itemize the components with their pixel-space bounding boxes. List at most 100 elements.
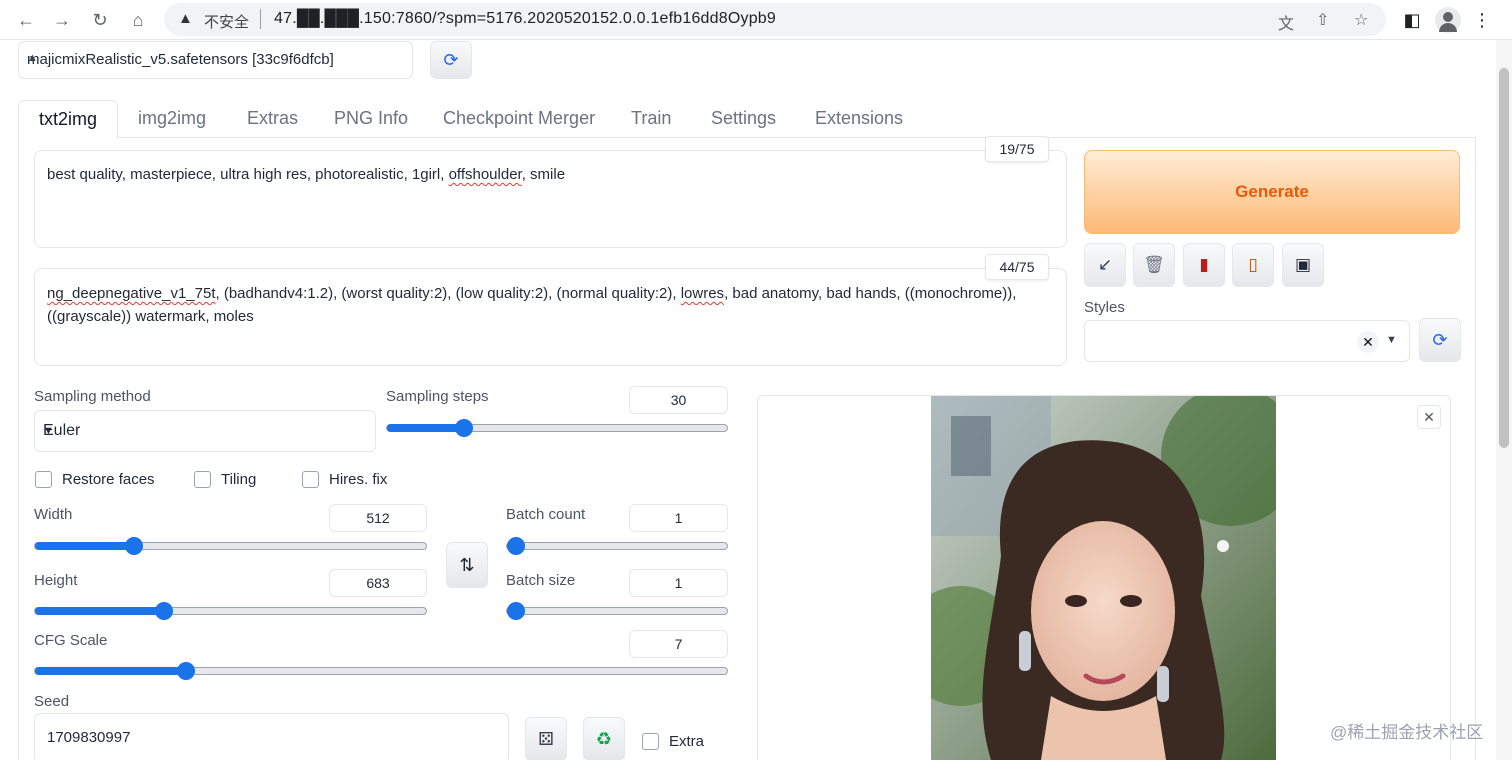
chevron-down-icon: ▼ <box>1386 334 1397 346</box>
slider-handle[interactable] <box>507 537 525 555</box>
random-seed-button[interactable]: ⚄ <box>525 717 567 760</box>
hires-fix-checkbox[interactable] <box>302 471 319 488</box>
close-gallery-button[interactable]: ✕ <box>1417 405 1441 429</box>
hires-fix-label: Hires. fix <box>329 471 388 488</box>
sampling-steps-slider[interactable] <box>386 419 728 437</box>
tab-settings[interactable]: Settings <box>711 108 776 129</box>
extra-networks-button[interactable]: ▮ <box>1183 243 1225 287</box>
width-slider[interactable] <box>34 537 427 555</box>
tiling-checkbox[interactable] <box>194 471 211 488</box>
width-label: Width <box>34 506 73 523</box>
refresh-icon: ⟳ <box>1432 329 1448 350</box>
slider-fill <box>387 424 464 432</box>
batch-count-input[interactable]: 1 <box>629 504 728 532</box>
height-input[interactable]: 683 <box>329 569 427 597</box>
share-icon[interactable]: ⇧ <box>1316 10 1329 30</box>
negative-prompt-textarea[interactable]: ng_deepnegative_v1_75t, (badhandv4:1.2),… <box>34 268 1067 366</box>
prompt-text-end: , smile <box>521 166 566 183</box>
bookmark-star-icon[interactable]: ☆ <box>1354 10 1368 30</box>
batch-size-label: Batch size <box>506 572 576 589</box>
trash-icon: 🗑︎ <box>1143 255 1165 274</box>
forward-icon[interactable]: → <box>48 6 76 34</box>
tab-extras[interactable]: Extras <box>247 108 298 129</box>
arrow-down-left-icon: ↙ <box>1097 255 1113 274</box>
cfg-scale-input[interactable]: 7 <box>629 630 728 658</box>
slider-fill <box>35 542 134 550</box>
height-label: Height <box>34 572 78 589</box>
swap-dimensions-button[interactable]: ⇅ <box>446 542 488 588</box>
restore-faces-checkbox[interactable] <box>35 471 52 488</box>
home-icon[interactable]: ⌂ <box>124 6 152 34</box>
tiling-label: Tiling <box>221 471 257 488</box>
batch-count-label: Batch count <box>506 506 586 523</box>
url-text[interactable]: 47.██.███.150:7860/?spm=5176.2020520152.… <box>274 10 776 28</box>
slider-handle[interactable] <box>177 662 195 680</box>
chevron-down-icon: ▲︎ <box>27 52 38 64</box>
negative-spelling-flag: ng_deepnegative_v1_75t <box>47 285 216 302</box>
restore-faces-label: Restore faces <box>62 471 155 488</box>
batch-size-slider[interactable] <box>506 602 728 620</box>
tab-extensions[interactable]: Extensions <box>815 108 903 129</box>
sampling-method-dropdown[interactable]: Euler ▼ <box>34 410 376 452</box>
menu-kebab-icon[interactable]: ⋮ <box>1468 6 1496 34</box>
seed-label: Seed <box>34 693 70 710</box>
recycle-icon: ♻ <box>595 728 613 749</box>
reload-icon[interactable]: ↻ <box>86 6 114 34</box>
batch-count-slider[interactable] <box>506 537 728 555</box>
checkpoint-dropdown[interactable]: majicmixRealistic_v5.safetensors [33c9f6… <box>18 41 413 79</box>
sampling-steps-input[interactable]: 30 <box>629 386 728 414</box>
styles-dropdown[interactable]: ✕ ▼ <box>1084 320 1410 362</box>
address-bar[interactable]: ▲ 不安全 47.██.███.150:7860/?spm=5176.20205… <box>164 3 1386 36</box>
batch-size-input[interactable]: 1 <box>629 569 728 597</box>
sampling-steps-label: Sampling steps <box>386 388 489 405</box>
save-style-button[interactable]: ▣ <box>1282 243 1324 287</box>
save-icon: ▣ <box>1294 255 1312 274</box>
tab-train[interactable]: Train <box>631 108 671 129</box>
apply-style-button[interactable]: ▯ <box>1232 243 1274 287</box>
translate-icon[interactable]: 文 <box>1278 10 1294 34</box>
tab-txt2img[interactable]: txt2img <box>18 100 118 139</box>
styles-label: Styles <box>1084 299 1125 316</box>
generate-button[interactable]: Generate <box>1084 150 1460 234</box>
negative-spelling-flag-2: lowres <box>680 285 725 302</box>
negative-text: , (badhandv4:1.2), (worst quality:2), (l… <box>215 285 681 302</box>
refresh-checkpoint-button[interactable]: ⟳ <box>430 41 472 79</box>
divider <box>260 9 261 29</box>
chevron-down-icon: ▼ <box>43 425 54 437</box>
slider-fill <box>35 607 164 615</box>
card-icon: ▮ <box>1199 255 1209 274</box>
extra-seed-checkbox[interactable] <box>642 733 659 750</box>
browser-toolbar: ← → ↻ ⌂ ▲ 不安全 47.██.███.150:7860/?spm=51… <box>0 0 1512 40</box>
width-input[interactable]: 512 <box>329 504 427 532</box>
tab-img2img[interactable]: img2img <box>138 108 206 129</box>
height-slider[interactable] <box>34 602 427 620</box>
scrollbar-thumb[interactable] <box>1499 68 1509 448</box>
slider-handle[interactable] <box>507 602 525 620</box>
cfg-scale-slider[interactable] <box>34 662 728 680</box>
seed-input[interactable]: 1709830997 <box>34 713 509 760</box>
generated-image[interactable] <box>931 396 1276 760</box>
slider-handle[interactable] <box>155 602 173 620</box>
profile-avatar-icon[interactable] <box>1435 7 1461 33</box>
clear-prompt-button[interactable]: 🗑︎ <box>1133 243 1175 287</box>
slider-handle[interactable] <box>455 419 473 437</box>
portrait-image-illustration <box>931 396 1276 760</box>
read-params-button[interactable]: ↙ <box>1084 243 1126 287</box>
back-icon[interactable]: ← <box>12 6 40 34</box>
prompt-textarea[interactable]: best quality, masterpiece, ultra high re… <box>34 150 1067 248</box>
reuse-seed-button[interactable]: ♻ <box>583 717 625 760</box>
negative-token-counter: 44/75 <box>985 254 1049 280</box>
slider-fill <box>35 667 186 675</box>
tab-checkpoint-merger[interactable]: Checkpoint Merger <box>443 108 595 129</box>
slider-handle[interactable] <box>125 537 143 555</box>
security-label: 不安全 <box>204 14 250 31</box>
swap-arrows-icon: ⇅ <box>459 554 475 575</box>
sidebar-toggle-icon[interactable]: ◧ <box>1398 6 1426 34</box>
cfg-scale-label: CFG Scale <box>34 632 108 649</box>
tab-png-info[interactable]: PNG Info <box>334 108 408 129</box>
prompt-text: best quality, masterpiece, ultra high re… <box>47 166 449 183</box>
extra-seed-label: Extra <box>669 733 705 750</box>
refresh-styles-button[interactable]: ⟳ <box>1419 318 1461 362</box>
clear-styles-icon[interactable]: ✕ <box>1357 331 1379 353</box>
seed-value: 1709830997 <box>47 729 131 746</box>
